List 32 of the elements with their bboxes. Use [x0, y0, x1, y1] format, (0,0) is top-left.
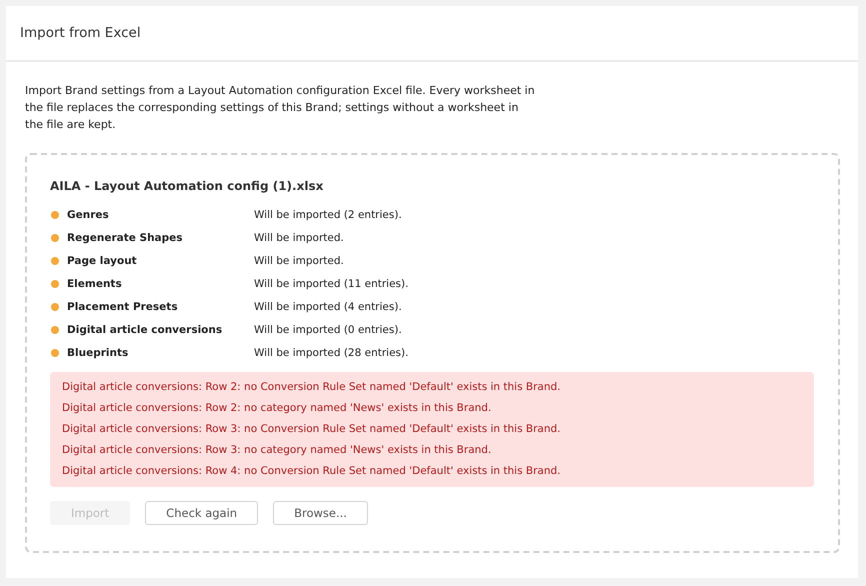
action-button[interactable]: Check again [145, 501, 258, 525]
error-message: Digital article conversions: Row 4: no Conversion Rule Set named 'Default' exists in this Brand. [62, 464, 562, 479]
status-dot-icon [51, 326, 59, 334]
status-dot-icon [51, 234, 59, 242]
worksheet-name: Genres [67, 208, 110, 220]
worksheet-name: Regenerate Shapes [67, 232, 184, 244]
file-name: AILA - Layout Automation config (1).xlsx [50, 179, 324, 193]
status-dot-icon [51, 302, 59, 310]
worksheet-status: Will be imported (4 entries). [254, 300, 402, 312]
worksheet-status: Will be imported (0 entries). [254, 324, 402, 336]
error-message: Digital article conversions: Row 2: no Conversion Rule Set named 'Default' exists in this Brand. [62, 380, 562, 395]
status-dot-icon [51, 256, 59, 264]
error-message: Digital article conversions: Row 3: no Conversion Rule Set named 'Default' exists in this Brand. [62, 422, 562, 437]
worksheet-name: Placement Presets [67, 300, 179, 312]
status-dot-icon [51, 210, 59, 218]
description-text: Import Brand settings from a Layout Automation configuration Excel file. Every worksheet in the file replaces the corresponding settings of this Brand; settings without a worksheet in the file are kept. [25, 83, 535, 133]
worksheet-status: Will be imported. [254, 232, 344, 244]
worksheet-name: Page layout [67, 254, 138, 266]
status-dot-icon [51, 348, 59, 356]
error-message: Digital article conversions: Row 2: no category named 'News' exists in this Brand. [62, 401, 492, 416]
worksheet-status: Will be imported (2 entries). [254, 208, 402, 220]
worksheet-name: Elements [67, 278, 123, 290]
worksheet-name: Digital article conversions [67, 324, 224, 336]
status-dot-icon [51, 280, 59, 288]
dialog-title: Import from Excel [20, 25, 141, 41]
worksheet-status: Will be imported (11 entries). [254, 278, 408, 290]
drop-zone[interactable] [25, 153, 840, 553]
action-button[interactable]: Browse... [273, 501, 368, 525]
worksheet-status: Will be imported. [254, 254, 344, 266]
error-message: Digital article conversions: Row 3: no category named 'News' exists in this Brand. [62, 443, 492, 458]
worksheet-name: Blueprints [67, 346, 130, 358]
worksheet-status: Will be imported (28 entries). [254, 346, 408, 358]
